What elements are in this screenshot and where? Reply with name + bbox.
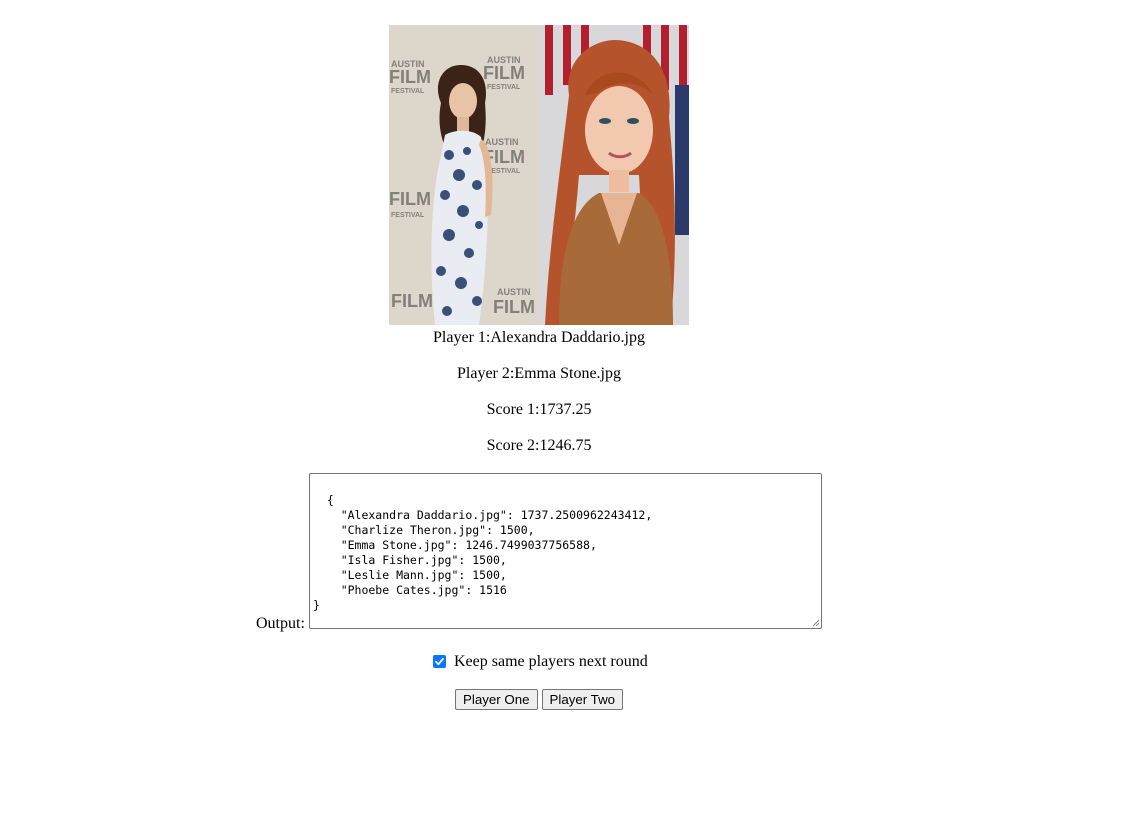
player-two-image: [539, 25, 689, 325]
svg-text:FILM: FILM: [389, 67, 431, 87]
player-one-name: Alexandra Daddario.jpg: [490, 329, 645, 346]
player-two-line: Player 2:Emma Stone.jpg: [0, 364, 1078, 384]
output-text: { "Alexandra Daddario.jpg": 1737.2500962…: [313, 493, 653, 612]
player-photos: AUSTIN FILM FESTIVAL AUSTIN FILM FESTIVA…: [389, 25, 689, 325]
score-two-value: 1246.75: [539, 437, 592, 454]
svg-text:FESTIVAL: FESTIVAL: [487, 84, 521, 91]
svg-text:FILM: FILM: [391, 291, 433, 311]
output-textarea[interactable]: { "Alexandra Daddario.jpg": 1737.2500962…: [309, 473, 822, 629]
player-two-name: Emma Stone.jpg: [514, 365, 621, 382]
player-one-photo: AUSTIN FILM FESTIVAL AUSTIN FILM FESTIVA…: [389, 25, 539, 325]
svg-text:AUSTIN: AUSTIN: [497, 287, 531, 297]
player-one-image: AUSTIN FILM FESTIVAL AUSTIN FILM FESTIVA…: [389, 25, 539, 325]
keep-players-label[interactable]: Keep same players next round: [454, 652, 648, 672]
svg-text:FILM: FILM: [389, 189, 431, 209]
svg-text:FILM: FILM: [483, 63, 525, 83]
score-two-prefix: Score 2:: [486, 437, 540, 454]
svg-text:AUSTIN: AUSTIN: [485, 137, 519, 147]
choice-buttons: Player One Player Two: [455, 689, 624, 710]
player-one-prefix: Player 1:: [433, 329, 491, 346]
score-one-line: Score 1:1737.25: [0, 400, 1078, 420]
score-two-line: Score 2:1246.75: [0, 436, 1078, 456]
svg-text:FESTIVAL: FESTIVAL: [391, 88, 425, 95]
output-label: Output:: [256, 615, 305, 632]
player-two-button[interactable]: Player Two: [541, 689, 624, 710]
player-one-line: Player 1:Alexandra Daddario.jpg: [0, 328, 1078, 348]
checkmark-icon: [435, 657, 444, 665]
score-one-value: 1737.25: [539, 401, 592, 418]
player-one-button[interactable]: Player One: [455, 689, 538, 710]
svg-text:FESTIVAL: FESTIVAL: [391, 212, 425, 219]
svg-text:FILM: FILM: [493, 297, 535, 317]
keep-players-checkbox[interactable]: [433, 654, 446, 668]
keep-players-row[interactable]: Keep same players next round: [433, 652, 648, 672]
resize-grip-icon[interactable]: [812, 619, 820, 627]
player-two-prefix: Player 2:: [457, 365, 515, 382]
score-one-prefix: Score 1:: [486, 401, 540, 418]
player-two-photo: [539, 25, 689, 325]
